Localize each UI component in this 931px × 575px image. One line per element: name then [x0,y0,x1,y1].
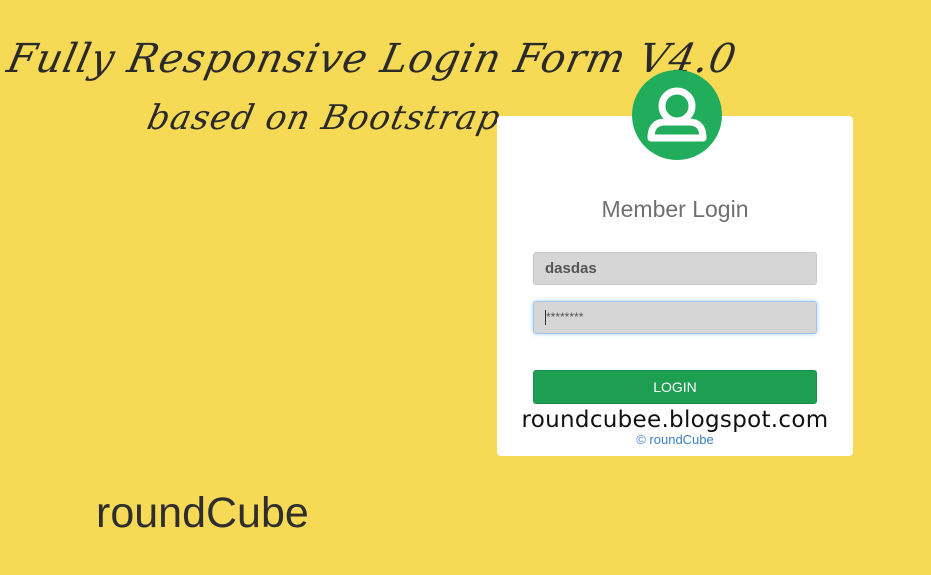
brand-name: roundCube [96,489,309,537]
password-input[interactable]: ******** [533,301,817,334]
password-masked-value: ******** [546,310,584,324]
user-icon [632,70,722,160]
page-heading-line-2: based on Bootstrap [143,98,505,138]
username-input[interactable] [533,252,817,285]
login-title: Member Login [601,196,749,222]
login-button[interactable]: LOGIN [533,370,817,404]
copyright-link[interactable]: © roundCube [497,432,853,447]
login-card [497,116,853,456]
blog-url-watermark: roundcubee.blogspot.com [521,407,829,433]
page-heading-line-1: Fully Responsive Login Form V4.0 [3,36,741,82]
